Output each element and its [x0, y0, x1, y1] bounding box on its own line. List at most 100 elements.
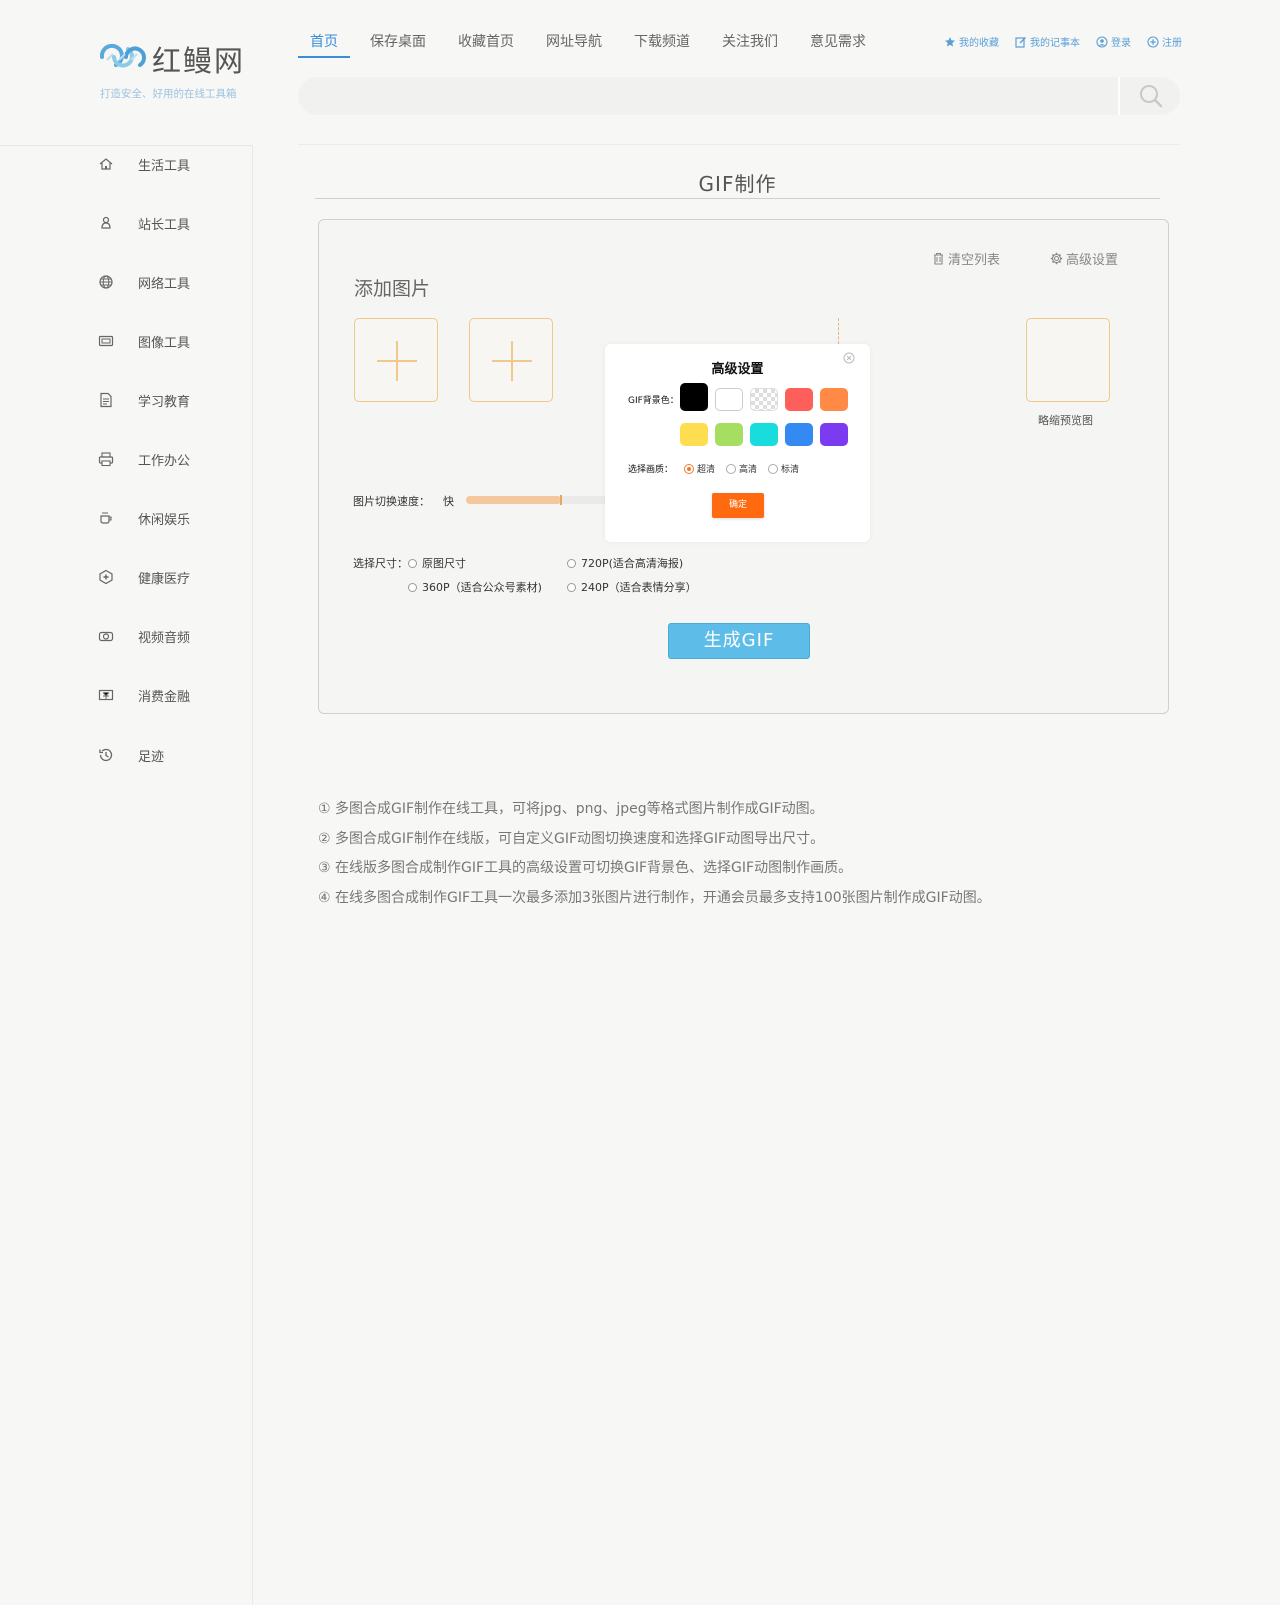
top-nav: 首页 保存桌面 收藏首页 网址导航 下载频道 关注我们 意见需求 [298, 32, 886, 58]
webmaster-icon [101, 216, 111, 229]
document-icon [100, 392, 112, 408]
size-option-original[interactable]: 原图尺寸 [408, 555, 466, 571]
color-swatch-purple[interactable] [820, 423, 848, 446]
nav-home[interactable]: 首页 [298, 32, 350, 58]
add-image-button[interactable] [469, 318, 553, 402]
sidebar-item-label: 视频音频 [138, 630, 191, 646]
confirm-button[interactable]: 确定 [712, 493, 764, 518]
thumbnail-preview-label: 略缩预览图 [1038, 414, 1093, 427]
color-swatch-blue[interactable] [785, 423, 813, 446]
sidebar-item-webmaster-tools[interactable]: 站长工具 [98, 211, 190, 235]
nav-downloads[interactable]: 下载频道 [622, 32, 702, 58]
sidebar-item-life-tools[interactable]: 生活工具 [98, 152, 190, 176]
color-swatch-green[interactable] [715, 423, 743, 446]
sidebar-item-education[interactable]: 学习教育 [98, 388, 190, 412]
size-option-240p[interactable]: 240P（适合表情分享） [567, 579, 697, 595]
add-images-heading: 添加图片 [354, 278, 431, 300]
color-swatch-black[interactable] [680, 383, 708, 411]
size-option-label: 原图尺寸 [422, 557, 466, 570]
color-swatch-yellow[interactable] [680, 423, 708, 446]
sidebar-item-leisure[interactable]: 休闲娱乐 [98, 506, 190, 530]
color-swatch-transparent[interactable] [750, 388, 778, 411]
sidebar-item-label: 休闲娱乐 [138, 512, 191, 528]
size-option-label: 720P(适合高清海报) [581, 557, 684, 570]
title-underline [315, 198, 1160, 199]
content-top-divider [298, 144, 1180, 145]
user-links: 我的收藏 我的记事本 登录 注册 [928, 34, 1182, 49]
quality-option-standard[interactable]: 标清 [768, 462, 799, 475]
speed-label: 图片切换速度： [353, 495, 430, 508]
sidebar-item-office[interactable]: 工作办公 [98, 447, 190, 471]
size-option-720p[interactable]: 720P(适合高清海报) [567, 555, 683, 571]
color-swatch-cyan[interactable] [750, 423, 778, 446]
logo[interactable]: 红鳗网 打造安全、好用的在线工具箱 [98, 38, 248, 108]
sidebar-item-label: 网络工具 [138, 276, 191, 292]
sidebar-item-video-audio[interactable]: 视频音频 [98, 624, 190, 648]
color-swatch-orange[interactable] [820, 388, 848, 411]
sidebar-item-network-tools[interactable]: 网络工具 [98, 270, 190, 294]
search-bar [298, 77, 1180, 115]
sidebar [0, 146, 253, 1605]
register-label: 注册 [1162, 38, 1182, 49]
finance-icon [98, 689, 114, 701]
size-option-360p[interactable]: 360P（适合公众号素材) [408, 579, 542, 595]
description-line: ③ 在线版多图合成制作GIF工具的高级设置可切换GIF背景色、选择GIF动图制作… [318, 860, 853, 876]
color-swatch-red[interactable] [785, 388, 813, 411]
color-swatch-white[interactable] [715, 388, 743, 411]
register-link[interactable]: 注册 [1147, 34, 1182, 49]
clear-list-label: 清空列表 [948, 253, 1001, 268]
size-label: 选择尺寸： [353, 557, 408, 570]
clear-list-button[interactable]: 清空列表 [932, 249, 1000, 268]
sidebar-item-label: 生活工具 [138, 158, 191, 174]
description-line: ② 多图合成GIF制作在线版，可自定义GIF动图切换速度和选择GIF动图导出尺寸… [318, 830, 825, 847]
generate-gif-button[interactable]: 生成GIF [668, 623, 810, 659]
speed-slider-handle[interactable] [560, 495, 562, 505]
edit-icon [1015, 36, 1026, 48]
size-option-label: 360P（适合公众号素材) [422, 581, 542, 594]
user-icon [1096, 35, 1108, 48]
nav-url-directory[interactable]: 网址导航 [534, 32, 614, 58]
sidebar-item-health[interactable]: 健康医疗 [98, 565, 190, 589]
logo-mark-icon [99, 43, 146, 68]
nav-bookmark-home[interactable]: 收藏首页 [446, 32, 526, 58]
coffee-icon [100, 512, 112, 524]
quality-option-ultra[interactable]: 超清 [684, 462, 715, 475]
sidebar-item-label: 消费金融 [138, 689, 191, 705]
my-notes-link[interactable]: 我的记事本 [1015, 34, 1080, 49]
advanced-settings-label: 高级设置 [1066, 253, 1119, 268]
quality-option-label: 高清 [739, 465, 758, 475]
close-icon[interactable] [843, 352, 855, 364]
quality-option-label: 超清 [697, 465, 716, 475]
my-favorites-link[interactable]: 我的收藏 [944, 34, 999, 49]
description: ① 多图合成GIF制作在线工具，可将jpg、png、jpeg等格式图片制作成GI… [318, 795, 1178, 913]
sidebar-item-history[interactable]: 足迹 [98, 743, 164, 767]
search-input[interactable] [298, 77, 1120, 115]
radio-icon [768, 463, 778, 474]
search-icon [1140, 85, 1163, 108]
advanced-settings-modal: 高级设置 GIF背景色： 选择画质： 超清 高清 标清 确定 [605, 344, 870, 542]
description-line: ① 多图合成GIF制作在线工具，可将jpg、png、jpeg等格式图片制作成GI… [318, 801, 824, 817]
login-link[interactable]: 登录 [1096, 34, 1131, 49]
advanced-settings-button[interactable]: 高级设置 [1050, 249, 1118, 268]
my-notes-label: 我的记事本 [1030, 38, 1080, 49]
sidebar-item-label: 站长工具 [138, 217, 191, 233]
search-button[interactable] [1122, 77, 1180, 115]
nav-save-desktop[interactable]: 保存桌面 [358, 32, 438, 58]
quality-label: 选择画质： [628, 465, 674, 475]
trash-icon [934, 252, 943, 265]
brand-name: 红鳗网 [152, 44, 246, 78]
sidebar-item-label: 健康医疗 [138, 571, 191, 587]
sidebar-item-finance[interactable]: 消费金融 [98, 683, 190, 707]
add-image-button[interactable] [354, 318, 438, 402]
nav-follow-us[interactable]: 关注我们 [710, 32, 790, 58]
nav-feedback[interactable]: 意见需求 [798, 32, 878, 58]
star-icon [945, 36, 955, 47]
radio-icon [726, 463, 736, 474]
divider-dashed [838, 318, 839, 344]
health-icon [99, 569, 113, 585]
radio-icon [567, 582, 576, 592]
radio-icon [408, 558, 417, 568]
history-icon [99, 748, 113, 762]
quality-option-high[interactable]: 高清 [726, 462, 757, 475]
sidebar-item-image-tools[interactable]: 图像工具 [98, 329, 190, 353]
